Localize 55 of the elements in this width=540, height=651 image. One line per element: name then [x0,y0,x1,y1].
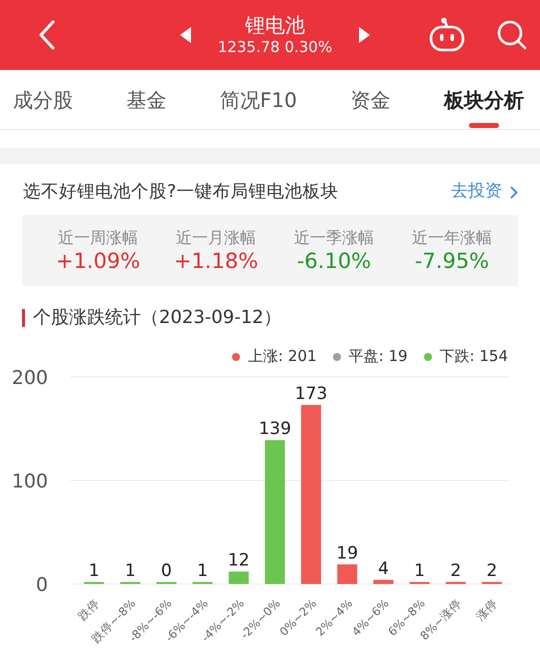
bar [337,564,358,584]
chevron-right-icon [510,186,518,199]
robot-icon[interactable] [428,18,466,52]
return-value: -7.95% [414,248,490,274]
return-label: 近一年涨幅 [412,228,492,248]
x-axis-label: 跌停 [75,596,102,623]
bar-value: 1 [197,560,208,581]
bar [156,582,176,584]
legend-label: 平盘: 19 [348,346,408,368]
y-axis-label: 100 [12,470,48,492]
invest-link[interactable]: 去投资 [451,179,518,205]
y-axis-label: 200 [12,368,48,389]
tab[interactable]: 资金 [350,70,390,130]
bar [373,580,394,584]
return-value: +1.18% [174,248,258,274]
next-icon[interactable] [358,27,370,43]
legend-label: 下跌: 154 [440,346,508,368]
tab[interactable]: 成分股 [13,70,73,130]
bar-value: 1 [88,560,100,581]
section-title: 个股涨跌统计（2023-09-12） [33,306,282,330]
x-axis-label: 涨停 [473,596,500,623]
bar-value: 139 [258,418,292,439]
bar [120,582,140,584]
bar [446,582,466,584]
bar-value: 4 [378,558,389,579]
bar [84,582,104,584]
bar [410,582,430,584]
return-value: -6.10% [296,248,372,274]
promo-text: 选不好锂电池个股?一键布局锂电池板块 [23,181,338,204]
bar [482,582,502,584]
return-label: 近一月涨幅 [176,228,256,248]
bar-value: 2 [486,560,498,581]
bar-value: 1 [124,560,136,581]
y-axis-label: 0 [36,574,48,596]
bar-value: 12 [228,550,250,570]
section-marker [22,308,25,327]
tab[interactable]: 基金 [126,70,166,130]
return-value: +1.09% [56,248,140,274]
search-icon[interactable] [496,19,528,51]
bar-value: 2 [450,560,462,581]
tab[interactable]: 简况F10 [220,70,297,130]
header-title: 锂电池 [244,13,305,37]
return-label: 近一季涨幅 [294,228,374,248]
index-quote: 1235.78 0.30% [218,37,332,57]
bar-value: 19 [336,543,358,564]
bar [192,582,213,584]
bar-value: 0 [161,560,172,581]
previous-icon[interactable] [180,27,192,43]
tab[interactable]: 板块分析 [444,70,524,130]
back-icon[interactable] [37,20,57,50]
bar-value: 1 [414,560,425,581]
bar [228,571,249,584]
legend-label: 上涨: 201 [248,346,317,368]
return-label: 近一周涨幅 [58,228,138,248]
bar-value: 173 [294,384,328,404]
